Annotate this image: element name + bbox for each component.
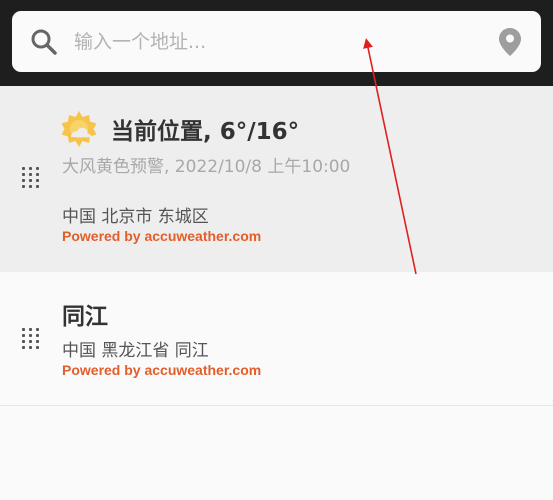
top-app-bar [0, 0, 553, 86]
drag-handle-icon[interactable] [22, 167, 40, 189]
weather-alert-text: 大风黄色预警, 2022/10/8 上午10:00 [62, 157, 351, 177]
location-title: 同江 [62, 304, 108, 330]
drag-handle-icon[interactable] [22, 328, 40, 350]
sunny-cloudy-icon [61, 111, 97, 147]
location-item-current[interactable]: 当前位置, 6°/16° 大风黄色预警, 2022/10/8 上午10:00 中… [0, 86, 553, 272]
location-address: 中国 北京市 东城区 [62, 207, 209, 227]
location-pin-icon[interactable] [498, 27, 522, 57]
search-input[interactable] [72, 25, 476, 59]
location-item-tongjiang[interactable]: 同江 中国 黑龙江省 同江 Powered by accuweather.com [0, 272, 553, 406]
search-icon[interactable] [29, 27, 59, 57]
location-address: 中国 黑龙江省 同江 [62, 341, 209, 361]
location-title: 当前位置, 6°/16° [111, 119, 300, 145]
powered-by-link[interactable]: Powered by accuweather.com [62, 362, 261, 378]
powered-by-link[interactable]: Powered by accuweather.com [62, 228, 261, 244]
search-box[interactable] [12, 11, 541, 72]
